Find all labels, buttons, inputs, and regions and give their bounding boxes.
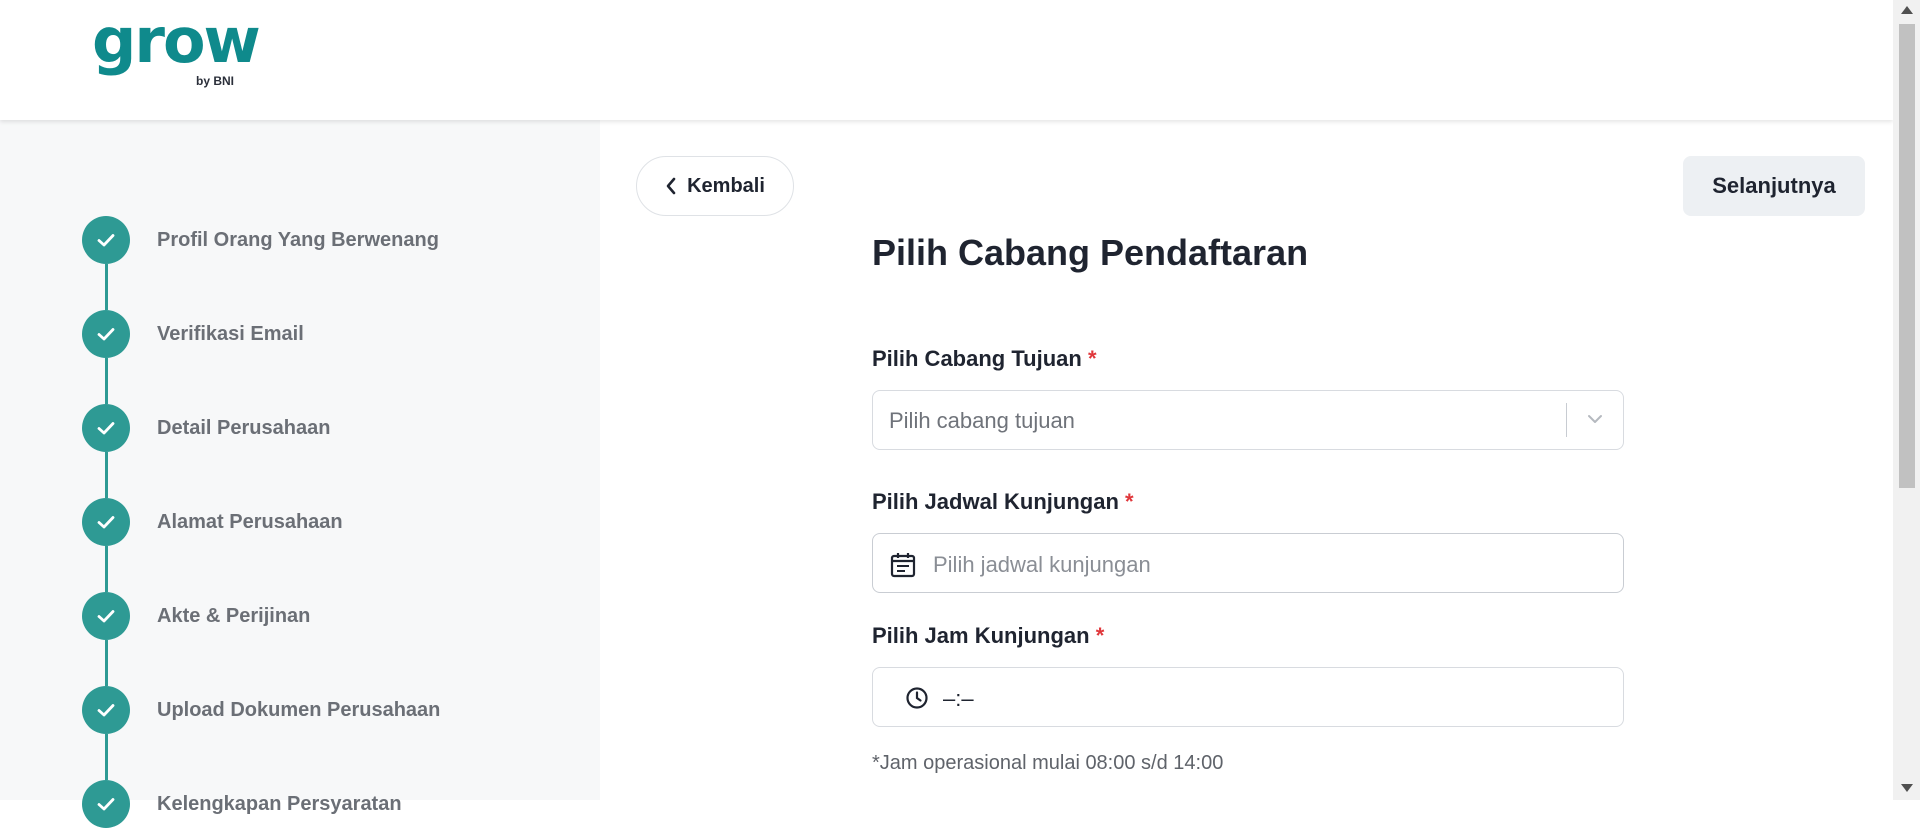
step-connector [105, 734, 108, 780]
next-button-label: Selanjutnya [1712, 173, 1836, 198]
time-input[interactable]: –:– [872, 667, 1624, 727]
logo-wordmark: grow [92, 4, 261, 77]
step-connector [105, 452, 108, 498]
step-label: Detail Perusahaan [157, 417, 331, 439]
step-check-icon [82, 498, 130, 546]
step-label: Profil Orang Yang Berwenang [157, 229, 439, 251]
step-item[interactable]: Akte & Perijinan [82, 592, 582, 640]
step-check-icon [82, 780, 130, 828]
branch-label: Pilih Cabang Tujuan * [872, 346, 1097, 372]
date-label: Pilih Jadwal Kunjungan * [872, 489, 1134, 515]
step-connector [105, 264, 108, 310]
operating-hours-hint: *Jam operasional mulai 08:00 s/d 14:00 [872, 752, 1224, 774]
grow-logo[interactable]: grow by BNI [92, 10, 261, 92]
page-title: Pilih Cabang Pendaftaran [872, 232, 1309, 273]
branch-label-text: Pilih Cabang Tujuan [872, 346, 1082, 371]
back-button[interactable]: Kembali [636, 156, 794, 216]
time-input-value: –:– [943, 686, 974, 711]
scroll-thumb[interactable] [1899, 24, 1915, 488]
select-separator [1566, 403, 1567, 437]
step-label: Upload Dokumen Perusahaan [157, 699, 441, 721]
date-picker-placeholder: Pilih jadwal kunjungan [933, 552, 1151, 577]
date-label-text: Pilih Jadwal Kunjungan [872, 489, 1119, 514]
branch-select[interactable]: Pilih cabang tujuan [872, 390, 1624, 450]
step-item[interactable]: Upload Dokumen Perusahaan [82, 686, 582, 734]
step-check-icon [82, 404, 130, 452]
chevron-left-icon [666, 177, 676, 195]
time-label: Pilih Jam Kunjungan * [872, 623, 1104, 649]
scroll-up-arrow-icon[interactable] [1901, 6, 1913, 14]
top-header: grow by BNI [0, 0, 1893, 120]
date-picker-input[interactable]: Pilih jadwal kunjungan [872, 533, 1624, 593]
step-item[interactable]: Detail Perusahaan [82, 404, 582, 452]
step-connector [105, 640, 108, 686]
step-item[interactable]: Verifikasi Email [82, 310, 582, 358]
scroll-down-arrow-icon[interactable] [1901, 784, 1913, 792]
logo-subtitle: by BNI [196, 74, 235, 88]
step-item[interactable]: Alamat Perusahaan [82, 498, 582, 546]
required-mark: * [1125, 489, 1134, 514]
required-mark: * [1087, 346, 1097, 371]
step-item[interactable]: Profil Orang Yang Berwenang [82, 216, 582, 264]
step-label: Kelengkapan Persyaratan [157, 793, 402, 815]
page-scrollbar[interactable] [1893, 0, 1920, 800]
step-connector [105, 546, 108, 592]
required-mark: * [1095, 623, 1105, 648]
step-check-icon [82, 592, 130, 640]
step-label: Akte & Perijinan [157, 605, 311, 627]
calendar-icon [890, 553, 916, 578]
step-check-icon [82, 686, 130, 734]
step-check-icon [82, 310, 130, 358]
step-item[interactable]: Kelengkapan Persyaratan [82, 780, 582, 828]
clock-icon [906, 687, 928, 709]
step-connector [105, 358, 108, 404]
step-check-icon [82, 216, 130, 264]
step-label: Verifikasi Email [157, 323, 304, 345]
time-label-text: Pilih Jam Kunjungan [872, 623, 1090, 648]
branch-select-placeholder: Pilih cabang tujuan [889, 408, 1075, 433]
back-button-label: Kembali [687, 174, 765, 197]
next-button[interactable]: Selanjutnya [1683, 156, 1865, 216]
chevron-down-icon[interactable] [1585, 409, 1605, 429]
step-label: Alamat Perusahaan [157, 511, 343, 533]
